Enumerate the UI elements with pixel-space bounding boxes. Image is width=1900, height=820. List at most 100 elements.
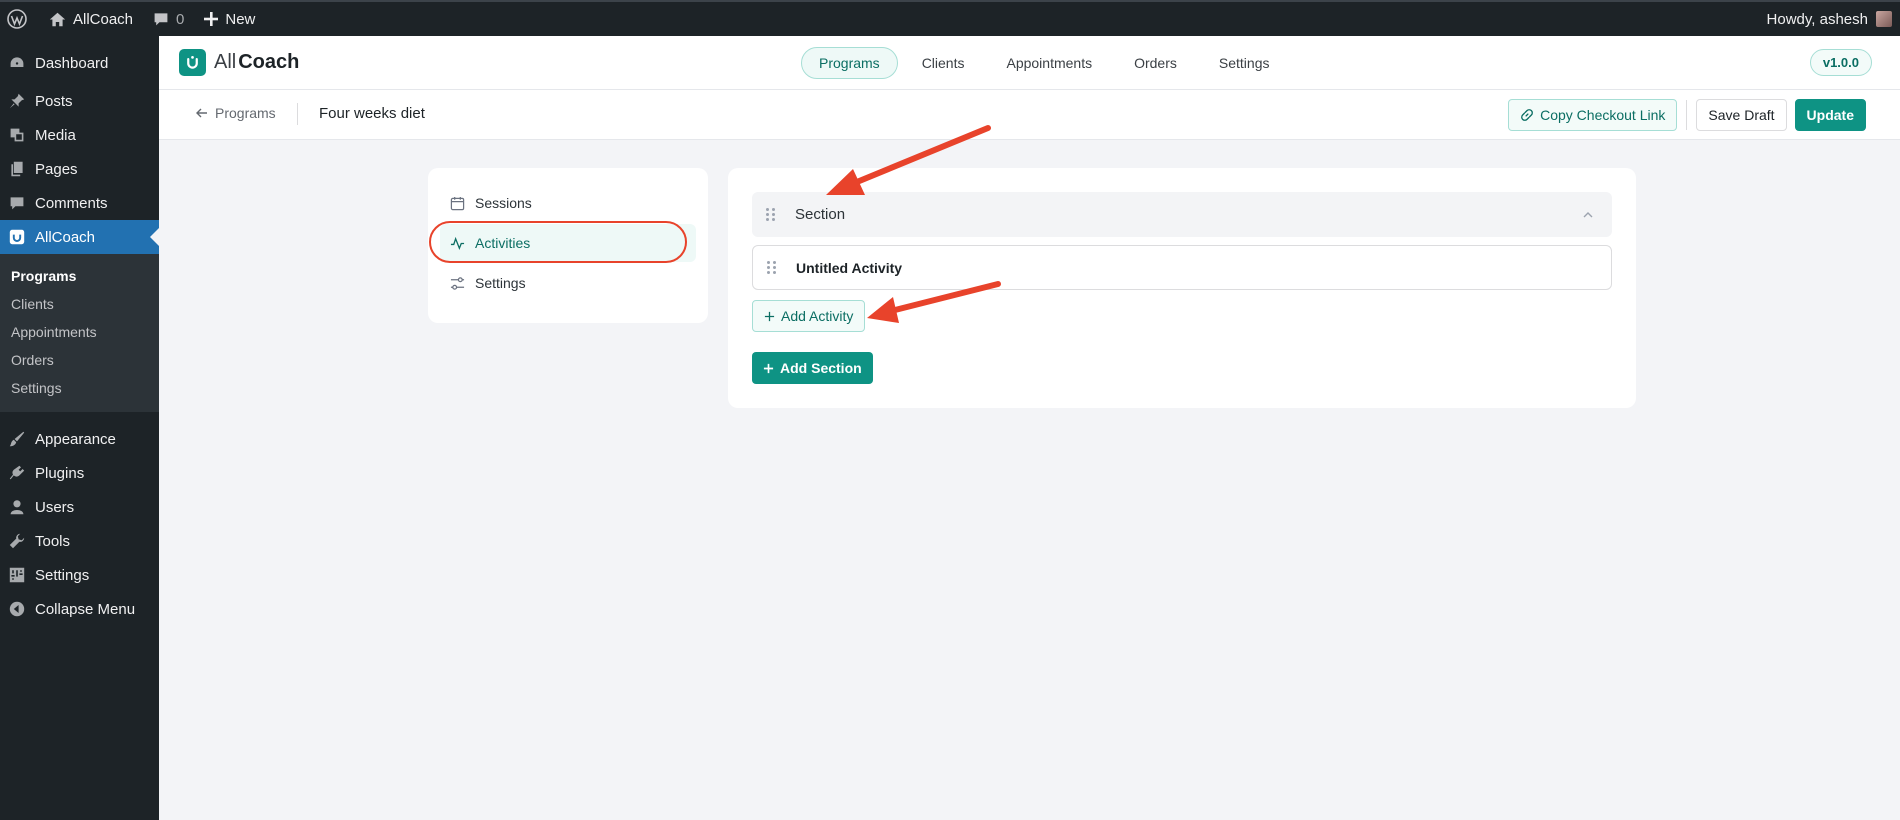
add-activity-button[interactable]: Add Activity	[752, 300, 866, 332]
back-label: Programs	[215, 105, 276, 121]
comment-icon	[10, 197, 24, 210]
side-menu-sessions[interactable]: Sessions	[440, 184, 696, 222]
activity-item[interactable]: Untitled Activity	[752, 245, 1612, 290]
pin-icon	[9, 93, 25, 109]
site-name-link[interactable]: AllCoach	[39, 2, 143, 36]
menu-label: Settings	[35, 566, 90, 584]
wp-admin-bar: AllCoach 0 New Howdy, ashesh	[0, 0, 1900, 36]
save-draft-button[interactable]: Save Draft	[1696, 99, 1787, 131]
nav-clients[interactable]: Clients	[904, 47, 983, 79]
logo-text-coach: Coach	[238, 51, 300, 73]
howdy-text: Howdy, ashesh	[1766, 10, 1868, 28]
annotation-highlight-oval	[429, 221, 687, 263]
media-icon	[10, 128, 24, 142]
menu-media[interactable]: Media	[0, 118, 159, 152]
app-header: All Coach Programs Clients Appointments …	[159, 36, 1900, 90]
avatar	[1876, 11, 1892, 27]
activity-title: Untitled Activity	[796, 259, 903, 276]
menu-allcoach[interactable]: AllCoach	[0, 220, 159, 254]
site-name: AllCoach	[73, 10, 134, 28]
breadcrumb-divider	[297, 103, 298, 125]
program-toolbar: Programs Four weeks diet Copy Checkout L…	[159, 90, 1900, 140]
account-menu[interactable]: Howdy, ashesh	[1757, 2, 1900, 36]
new-label: New	[225, 10, 256, 28]
drag-handle-icon[interactable]	[766, 208, 778, 221]
section-header[interactable]: Section	[752, 192, 1612, 237]
brush-icon	[9, 431, 25, 447]
section-title: Section	[795, 206, 846, 223]
menu-tools[interactable]: Tools	[0, 524, 159, 558]
menu-pages[interactable]: Pages	[0, 152, 159, 186]
nav-orders[interactable]: Orders	[1116, 47, 1195, 79]
page-title: Four weeks diet	[319, 105, 425, 122]
copy-checkout-link-button[interactable]: Copy Checkout Link	[1508, 99, 1678, 131]
menu-label: Comments	[35, 194, 108, 212]
submenu-clients[interactable]: Clients	[0, 290, 159, 318]
menu-collapse[interactable]: Collapse Menu	[0, 592, 159, 626]
comment-icon	[154, 13, 168, 26]
side-menu-label: Settings	[475, 275, 526, 291]
wp-admin-menu: Dashboard Posts Media Pages Comments All…	[0, 36, 159, 820]
toolbar-actions: Copy Checkout Link Save Draft Update	[1508, 99, 1866, 131]
actions-divider	[1686, 100, 1688, 130]
activity-builder: Section Untitled Activity Add Activity A…	[728, 168, 1636, 408]
back-to-programs-link[interactable]: Programs	[195, 105, 276, 121]
menu-plugins[interactable]: Plugins	[0, 456, 159, 490]
submenu-orders[interactable]: Orders	[0, 346, 159, 374]
side-menu-settings[interactable]: Settings	[440, 264, 696, 302]
menu-comments[interactable]: Comments	[0, 186, 159, 220]
app-nav: Programs Clients Appointments Orders Set…	[801, 47, 1287, 79]
drag-handle-icon[interactable]	[767, 261, 779, 274]
pages-icon	[11, 161, 23, 177]
copy-checkout-label: Copy Checkout Link	[1540, 107, 1666, 123]
allcoach-logo[interactable]: All Coach	[179, 49, 299, 76]
new-content-link[interactable]: New	[194, 2, 265, 36]
program-side-menu: Sessions Activities Settings	[428, 168, 708, 323]
link-icon	[1521, 109, 1534, 121]
menu-label: Posts	[35, 92, 73, 110]
nav-programs[interactable]: Programs	[801, 47, 898, 79]
comments-count: 0	[176, 10, 185, 28]
add-activity-label: Add Activity	[781, 308, 854, 324]
side-menu-label: Activities	[475, 235, 531, 251]
menu-label: Appearance	[35, 430, 116, 448]
version-badge: v1.0.0	[1809, 49, 1872, 76]
submenu-appointments[interactable]: Appointments	[0, 318, 159, 346]
allcoach-icon	[9, 229, 25, 245]
chevron-up-icon[interactable]	[1582, 209, 1594, 221]
menu-appearance[interactable]: Appearance	[0, 422, 159, 456]
add-section-button[interactable]: Add Section	[752, 352, 873, 384]
allcoach-logo-icon	[179, 49, 206, 76]
side-menu-activities[interactable]: Activities	[429, 221, 696, 263]
menu-dashboard[interactable]: Dashboard	[0, 46, 159, 80]
calendar-icon	[450, 196, 465, 210]
menu-label: Media	[35, 126, 76, 144]
home-icon	[49, 12, 66, 26]
wordpress-logo-icon[interactable]	[0, 2, 39, 36]
menu-settings[interactable]: Settings	[0, 558, 159, 592]
logo-text-all: All	[214, 51, 237, 73]
nav-settings[interactable]: Settings	[1201, 47, 1288, 79]
side-menu-label: Sessions	[475, 195, 532, 211]
sliders-icon	[450, 276, 465, 290]
allcoach-submenu: Programs Clients Appointments Orders Set…	[0, 254, 159, 412]
arrow-left-icon	[196, 108, 207, 118]
plus-icon	[764, 311, 775, 321]
comments-link[interactable]: 0	[143, 2, 194, 36]
menu-label: Dashboard	[35, 54, 109, 72]
collapse-icon	[9, 601, 25, 617]
dashboard-icon	[10, 57, 24, 67]
plus-icon	[204, 12, 219, 26]
update-button[interactable]: Update	[1794, 99, 1866, 131]
plugin-icon	[9, 465, 25, 480]
plus-icon	[763, 363, 774, 373]
submenu-programs[interactable]: Programs	[0, 262, 159, 290]
menu-label: Users	[35, 498, 75, 516]
settings-icon	[9, 567, 25, 583]
menu-label: Tools	[35, 532, 71, 550]
nav-appointments[interactable]: Appointments	[988, 47, 1110, 79]
menu-posts[interactable]: Posts	[0, 84, 159, 118]
submenu-settings[interactable]: Settings	[0, 374, 159, 402]
menu-users[interactable]: Users	[0, 490, 159, 524]
menu-label: Pages	[35, 160, 78, 178]
